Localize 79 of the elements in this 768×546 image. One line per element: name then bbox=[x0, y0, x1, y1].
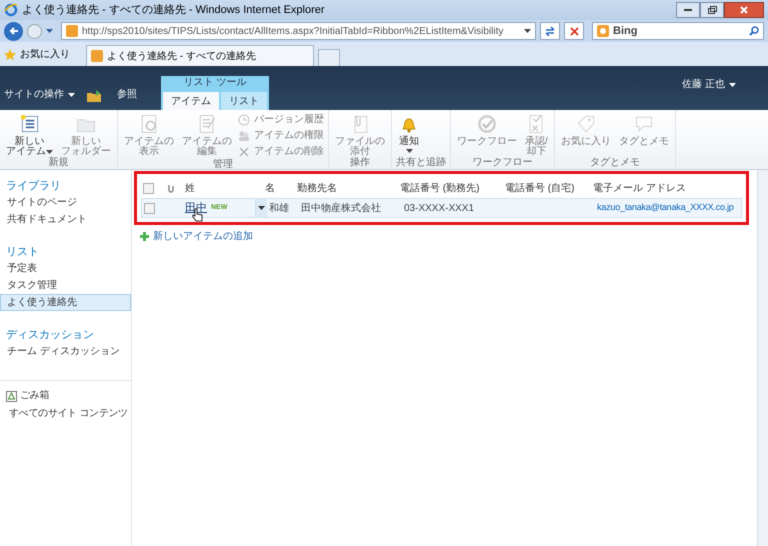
clock-icon bbox=[238, 114, 250, 126]
table-cell-text: 和雄 bbox=[269, 202, 290, 216]
caret-icon bbox=[406, 149, 412, 153]
window-title: よく使う連絡先 - すべての連絡先 - Windows Internet Explorer bbox=[22, 2, 326, 18]
caret-icon bbox=[258, 206, 265, 210]
select-all-checkbox[interactable] bbox=[143, 182, 154, 194]
group-label: タグとメモ bbox=[588, 157, 641, 169]
folder-icon bbox=[87, 90, 101, 102]
delete-icon bbox=[238, 146, 250, 158]
table-cell-text: 03-XXXX-XXX1 bbox=[404, 202, 476, 216]
nav-item[interactable]: サイトのページ bbox=[0, 194, 131, 211]
check-circle-icon bbox=[476, 113, 498, 135]
nav-item[interactable]: タスク管理 bbox=[0, 277, 131, 294]
favorites-button[interactable]: お気に入り bbox=[4, 47, 70, 62]
minimize-button[interactable] bbox=[676, 2, 700, 18]
caret-icon bbox=[524, 29, 531, 33]
row-checkbox[interactable] bbox=[144, 202, 155, 214]
user-menu[interactable]: 佐藤 正也 bbox=[682, 77, 736, 92]
nav-heading[interactable]: ディスカッション bbox=[0, 327, 131, 343]
back-button[interactable] bbox=[4, 22, 23, 40]
caret-icon bbox=[729, 82, 736, 86]
nav-heading[interactable]: リスト bbox=[0, 244, 131, 260]
group-label: 新規 bbox=[48, 157, 70, 169]
refresh-button[interactable] bbox=[540, 22, 560, 40]
restore-icon bbox=[708, 6, 716, 14]
address-field[interactable]: http://sps2010/sites/TIPS/Lists/contact/AllItems.aspx?InitialTabId=Ribbon%2EListItem&Visibility bbox=[61, 22, 536, 40]
plus-icon bbox=[140, 232, 149, 241]
minimize-icon bbox=[684, 8, 692, 12]
nav-heading[interactable]: ライブラリ bbox=[0, 178, 131, 194]
item-link[interactable]: 田中 bbox=[185, 200, 207, 216]
group-label: 管理 bbox=[212, 159, 234, 171]
maximize-button[interactable] bbox=[700, 2, 724, 18]
close-button[interactable] bbox=[724, 2, 764, 18]
stop-button[interactable] bbox=[564, 22, 584, 40]
column-header[interactable]: 姓 bbox=[185, 180, 265, 196]
close-icon bbox=[740, 6, 748, 14]
nav-item[interactable]: よく使う連絡先 bbox=[0, 294, 131, 311]
back-arrow-icon bbox=[8, 26, 18, 36]
contextual-tab-group: リスト ツール bbox=[161, 76, 269, 90]
group-label: 操作 bbox=[349, 157, 371, 169]
caret-icon bbox=[46, 150, 53, 154]
column-header[interactable]: 電話番号 (自宅) bbox=[505, 180, 593, 196]
column-header[interactable]: 名 bbox=[265, 180, 297, 196]
star-icon bbox=[4, 48, 16, 60]
list-icon bbox=[18, 113, 40, 135]
search-field[interactable]: Bing bbox=[592, 22, 764, 40]
search-icon bbox=[749, 26, 759, 36]
item-menu-button[interactable] bbox=[255, 199, 267, 217]
nav-link[interactable]: ごみ箱 bbox=[6, 389, 125, 403]
site-actions-menu[interactable]: サイトの操作 bbox=[4, 87, 75, 102]
stop-icon bbox=[570, 26, 578, 36]
nav-item[interactable]: 共有ドキュメント bbox=[0, 211, 131, 228]
ribbon-tab[interactable]: 参照 bbox=[117, 87, 137, 102]
ribbon-button[interactable]: 新しい アイテム bbox=[4, 113, 55, 157]
column-header[interactable]: 電話番号 (勤務先) bbox=[400, 180, 505, 196]
browser-tab[interactable]: よく使う連絡先 - すべての連絡先 bbox=[86, 45, 314, 66]
ribbon-button[interactable]: 通知 bbox=[396, 113, 422, 153]
search-provider-icon bbox=[597, 25, 609, 37]
recycle-bin-icon bbox=[6, 390, 17, 402]
nav-item[interactable]: 予定表 bbox=[0, 260, 131, 277]
email-link[interactable]: kazuo_tanaka@tanaka_XXXX.co.jp bbox=[597, 201, 734, 215]
table-cell-text: 田中物産株式会社 bbox=[301, 202, 382, 216]
page-icon bbox=[91, 50, 103, 62]
paperclip-icon bbox=[166, 183, 176, 193]
nav-item[interactable]: チーム ディスカッション bbox=[0, 343, 131, 360]
nav-link[interactable]: すべてのサイト コンテンツ bbox=[6, 407, 125, 421]
group-label: 共有と追跡 bbox=[396, 157, 446, 169]
page-icon bbox=[66, 25, 78, 37]
people-icon bbox=[238, 130, 250, 142]
refresh-icon bbox=[545, 26, 555, 36]
group-label: ワークフロー bbox=[471, 157, 534, 169]
column-header[interactable]: 電子メール アドレス bbox=[593, 180, 723, 196]
ribbon-tab[interactable]: リスト bbox=[221, 92, 267, 110]
browser-logo-icon bbox=[4, 3, 18, 17]
column-header[interactable]: 勤務先名 bbox=[297, 180, 400, 196]
caret-icon bbox=[46, 29, 53, 33]
add-item-link[interactable]: 新しいアイテムの追加 bbox=[140, 229, 757, 244]
ribbon-tab[interactable]: アイテム bbox=[163, 92, 219, 110]
caret-icon bbox=[68, 92, 75, 96]
